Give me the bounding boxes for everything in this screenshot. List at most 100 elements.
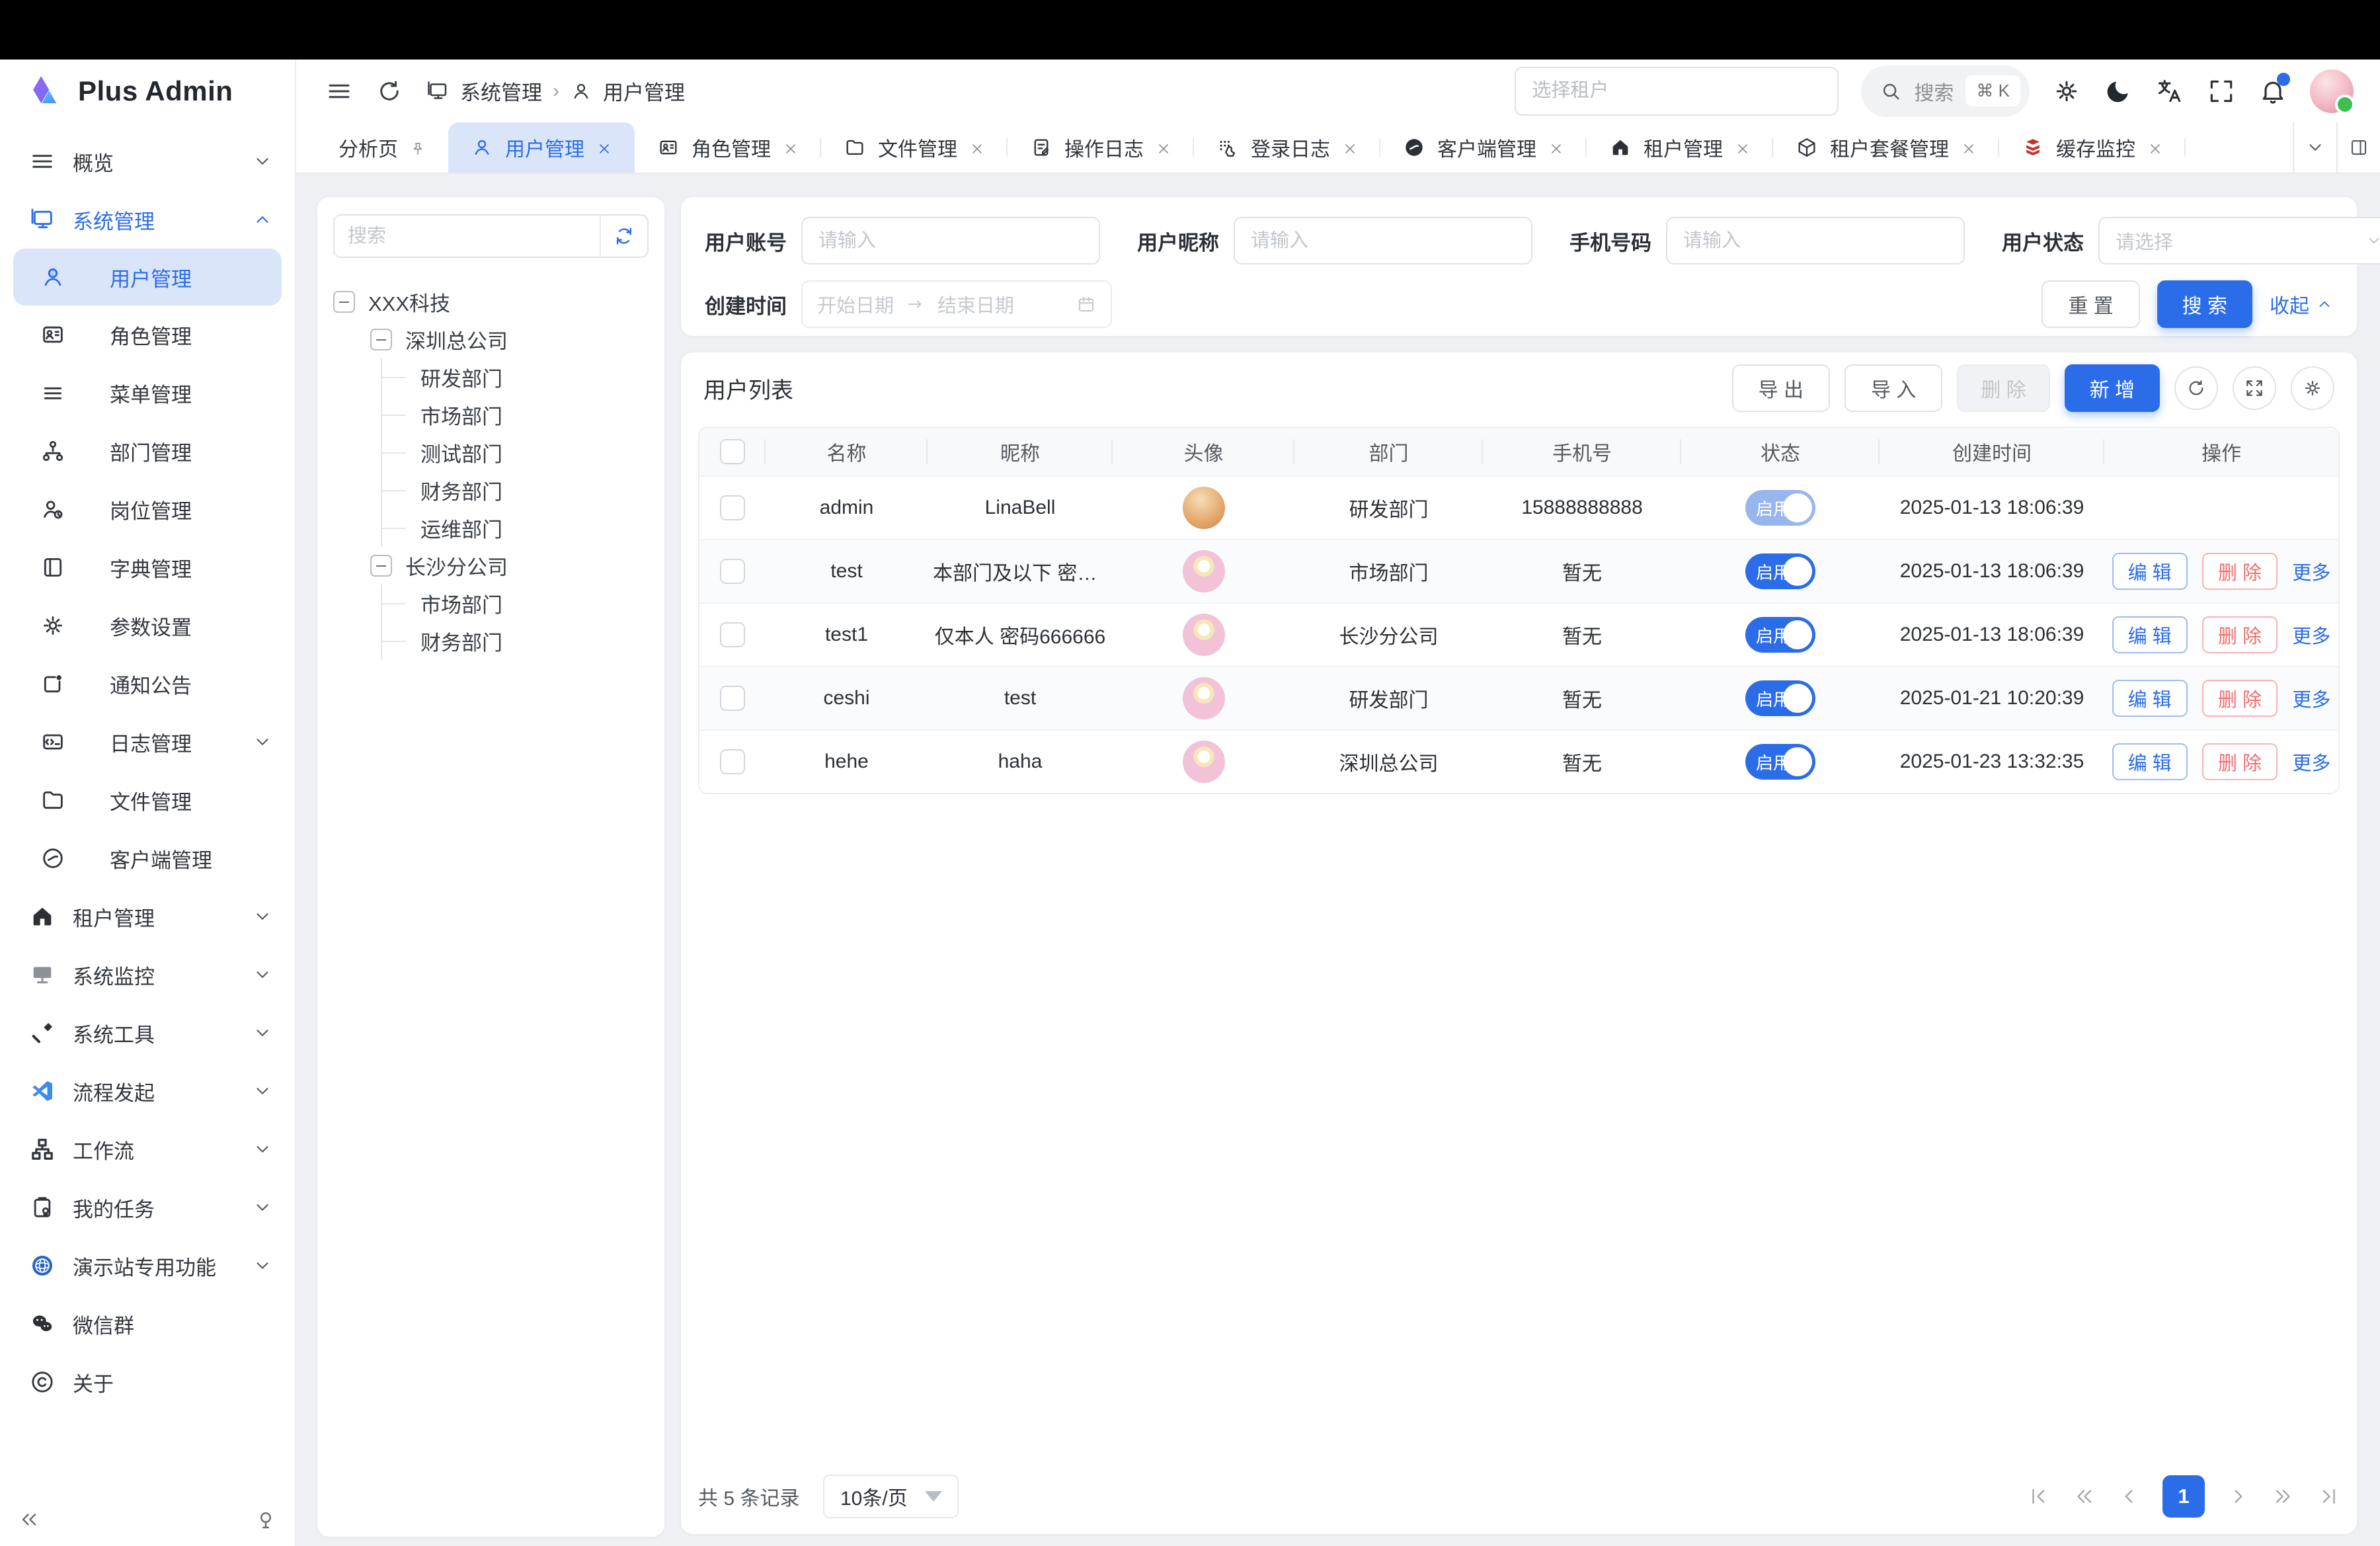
close-icon[interactable]	[969, 140, 985, 155]
tree-node-dept[interactable]: 测试部门	[382, 434, 649, 471]
sidebar-item-log-management[interactable]: 日志管理	[0, 713, 295, 771]
status-toggle[interactable]: 启用	[1745, 744, 1815, 780]
edit-button[interactable]: 编 辑	[2112, 616, 2188, 653]
sidebar-item-client-management[interactable]: 客户端管理	[0, 829, 295, 887]
row-checkbox[interactable]	[720, 559, 745, 584]
created-date-range[interactable]: 开始日期 结束日期	[801, 280, 1112, 328]
breadcrumb-page[interactable]: 用户管理	[603, 76, 685, 106]
close-icon[interactable]	[1342, 140, 1358, 155]
tab-role-management[interactable]: 角色管理	[635, 122, 821, 173]
import-button[interactable]: 导 入	[1844, 364, 1942, 412]
close-icon[interactable]	[1548, 140, 1564, 155]
edit-button[interactable]: 编 辑	[2112, 743, 2188, 780]
sidebar-item-system-monitor[interactable]: 系统监控	[0, 946, 295, 1004]
dark-mode-moon-icon[interactable]	[2104, 77, 2133, 106]
sidebar-item-demo-features[interactable]: 演示站专用功能	[0, 1237, 295, 1295]
forward-5-pages-icon[interactable]	[2272, 1485, 2295, 1508]
search-button[interactable]: 搜 索	[2157, 280, 2252, 328]
sidebar-item-workflow[interactable]: 工作流	[0, 1120, 295, 1178]
close-icon[interactable]	[1735, 140, 1751, 155]
tree-node-branch[interactable]: 长沙分公司	[370, 547, 649, 585]
tab-layout-icon[interactable]	[2336, 122, 2380, 173]
sidebar-item-overview[interactable]: 概览	[0, 132, 295, 190]
delete-button[interactable]: 删 除	[1957, 364, 2049, 412]
refresh-icon[interactable]	[376, 77, 403, 105]
close-icon[interactable]	[1961, 140, 1977, 155]
tree-node-dept[interactable]: 财务部门	[382, 471, 649, 509]
collapse-filters-link[interactable]: 收起	[2270, 290, 2333, 319]
settings-gear-icon[interactable]	[2052, 77, 2081, 106]
sidebar-item-role-management[interactable]: 角色管理	[0, 305, 295, 364]
more-link[interactable]: 更多	[2292, 690, 2330, 711]
status-toggle[interactable]: 启用	[1745, 617, 1815, 653]
tree-node-dept[interactable]: 市场部门	[382, 396, 649, 434]
edit-button[interactable]: 编 辑	[2112, 680, 2188, 717]
sidebar-item-param-settings[interactable]: 参数设置	[0, 596, 295, 655]
status-toggle[interactable]: 启用	[1745, 490, 1815, 526]
notification-bell-icon[interactable]	[2258, 77, 2287, 106]
tab-cache-monitor[interactable]: 缓存监控	[1999, 122, 2186, 173]
export-button[interactable]: 导 出	[1732, 364, 1830, 412]
pin-sidebar-icon[interactable]	[254, 1508, 278, 1531]
sidebar-item-my-tasks[interactable]: 我的任务	[0, 1178, 295, 1237]
phone-input[interactable]	[1666, 217, 1965, 264]
close-icon[interactable]	[2147, 140, 2163, 155]
global-search[interactable]: 搜索 ⌘ K	[1861, 65, 2030, 117]
sidebar-item-notice[interactable]: 通知公告	[0, 655, 295, 713]
sidebar-item-about[interactable]: 关于	[0, 1353, 295, 1411]
tab-tenant-package[interactable]: 租户套餐管理	[1773, 122, 1999, 173]
delete-row-button[interactable]: 删 除	[2202, 553, 2278, 590]
tree-collapse-icon[interactable]	[333, 291, 355, 313]
tab-file-management[interactable]: 文件管理	[821, 122, 1008, 173]
row-checkbox[interactable]	[720, 749, 745, 774]
next-page-icon[interactable]	[2227, 1485, 2250, 1508]
delete-row-button[interactable]: 删 除	[2202, 680, 2278, 717]
expand-table-button[interactable]	[2233, 366, 2276, 410]
sidebar-item-flow-start[interactable]: 流程发起	[0, 1062, 295, 1120]
add-button[interactable]: 新 增	[2065, 364, 2160, 412]
user-avatar[interactable]	[2310, 69, 2354, 113]
status-toggle[interactable]: 启用	[1745, 680, 1815, 716]
tree-collapse-icon[interactable]	[370, 329, 392, 350]
nickname-input[interactable]	[1234, 217, 1532, 264]
reset-button[interactable]: 重 置	[2042, 280, 2139, 328]
row-checkbox[interactable]	[720, 495, 745, 520]
tree-node-branch[interactable]: 深圳总公司	[370, 321, 649, 358]
sidebar-item-user-management[interactable]: 用户管理	[13, 249, 282, 305]
account-input[interactable]	[801, 217, 1100, 264]
pin-icon[interactable]	[410, 140, 426, 155]
tab-operation-log[interactable]: 操作日志	[1008, 122, 1194, 173]
row-checkbox[interactable]	[720, 622, 745, 647]
sidebar-item-post-management[interactable]: 岗位管理	[0, 480, 295, 538]
tree-node-dept[interactable]: 市场部门	[382, 585, 649, 622]
current-page[interactable]: 1	[2162, 1475, 2205, 1518]
status-select[interactable]: 请选择	[2098, 217, 2380, 264]
page-size-select[interactable]: 10条/页	[823, 1475, 959, 1518]
close-icon[interactable]	[783, 140, 799, 155]
tab-list-chevron-icon[interactable]	[2293, 122, 2336, 173]
tab-client-management[interactable]: 客户端管理	[1380, 122, 1587, 173]
tab-user-management[interactable]: 用户管理	[448, 122, 635, 173]
sidebar-item-system-tools[interactable]: 系统工具	[0, 1004, 295, 1062]
last-page-icon[interactable]	[2317, 1485, 2340, 1508]
hamburger-icon[interactable]	[325, 77, 353, 105]
first-page-icon[interactable]	[2028, 1485, 2050, 1508]
close-icon[interactable]	[596, 140, 612, 155]
row-checkbox[interactable]	[720, 686, 745, 711]
sidebar-item-system[interactable]: 系统管理	[0, 190, 295, 249]
tree-refresh-button[interactable]	[600, 216, 647, 257]
tab-login-log[interactable]: 登录日志	[1194, 122, 1380, 173]
more-link[interactable]: 更多	[2292, 563, 2330, 584]
status-toggle[interactable]: 启用	[1745, 553, 1815, 589]
sidebar-item-file-management[interactable]: 文件管理	[0, 771, 295, 829]
sidebar-item-dict-management[interactable]: 字典管理	[0, 538, 295, 596]
sidebar-item-tenant-management[interactable]: 租户管理	[0, 887, 295, 946]
tree-node-dept[interactable]: 财务部门	[382, 622, 649, 660]
tree-node-company[interactable]: XXX科技	[333, 283, 649, 321]
more-link[interactable]: 更多	[2292, 626, 2330, 647]
refresh-table-button[interactable]	[2174, 366, 2218, 410]
tree-search-input[interactable]	[335, 216, 600, 257]
tenant-select-input[interactable]	[1515, 67, 1839, 116]
sidebar-item-wechat-group[interactable]: 微信群	[0, 1295, 295, 1353]
sidebar-item-menu-management[interactable]: 菜单管理	[0, 364, 295, 422]
